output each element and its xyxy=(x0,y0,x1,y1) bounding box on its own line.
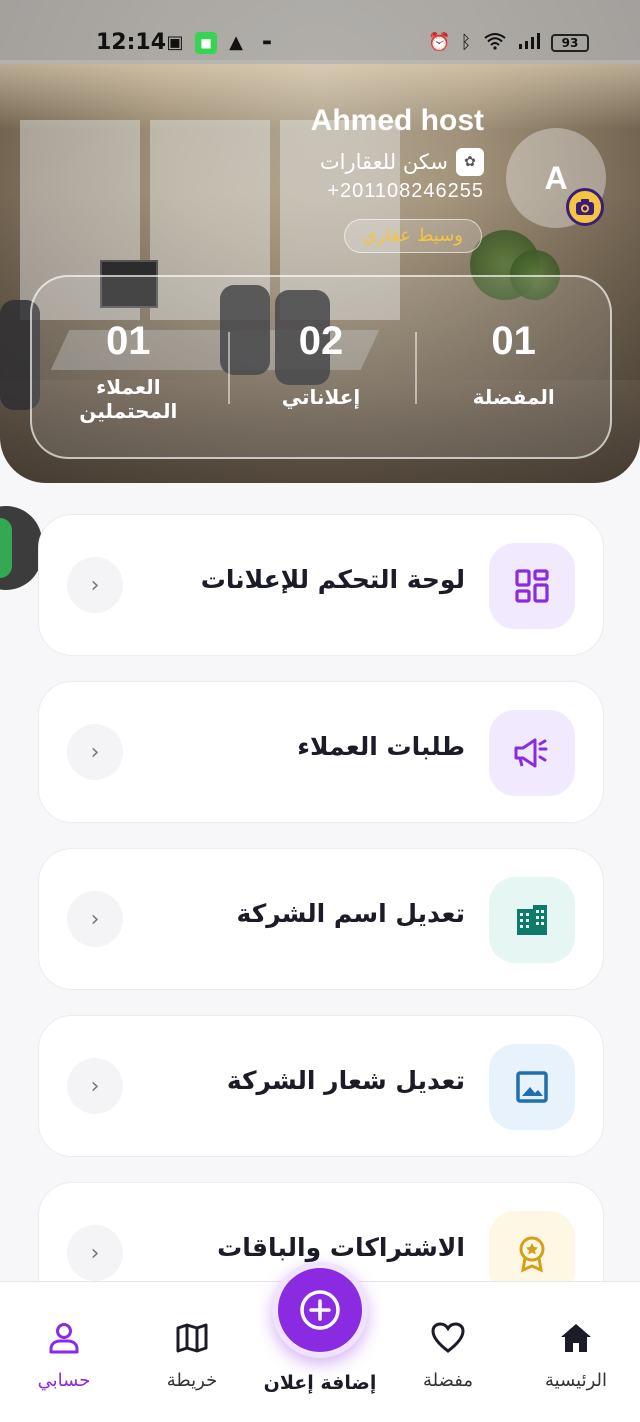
user-icon xyxy=(4,1318,124,1358)
stat-value: 01 xyxy=(106,319,151,363)
stat-divider xyxy=(228,332,230,404)
bluetooth-icon: ᛒ xyxy=(460,32,472,53)
camera-icon xyxy=(576,199,594,215)
menu-item-edit-company-logo[interactable]: تعديل شعار الشركة › xyxy=(38,1015,604,1157)
status-bar: 12:14 ▣ ■ ▲ ▬ ⏰ ᛒ 93 xyxy=(0,0,640,64)
plus-circle-icon xyxy=(300,1290,340,1330)
avatar-letter: A xyxy=(544,159,568,196)
role-badge: وسيط عقاري xyxy=(343,219,482,253)
menu-item-label: تعديل شعار الشركة xyxy=(226,1066,465,1095)
app-notification-icon: ▬ xyxy=(262,37,272,48)
building-icon xyxy=(517,905,547,935)
add-listing-label: إضافة إعلان xyxy=(263,1372,377,1394)
warning-icon: ▲ xyxy=(229,32,243,53)
stat-potential-clients[interactable]: 01 العملاء المحتملين xyxy=(32,277,225,457)
menu-item-label: الاشتراكات والباقات xyxy=(217,1233,465,1262)
stat-value: 01 xyxy=(491,319,536,363)
stat-value: 02 xyxy=(298,319,344,363)
heart-icon xyxy=(388,1318,508,1358)
menu-item-edit-company-name[interactable]: تعديل اسم الشركة › xyxy=(38,848,604,990)
nav-home[interactable]: الرئيسية xyxy=(516,1318,636,1391)
chevron-right-icon: › xyxy=(67,891,123,947)
chevron-right-icon: › xyxy=(67,557,123,613)
stat-label: إعلاناتي xyxy=(281,385,361,409)
nav-label: حسابي xyxy=(37,1370,91,1391)
image-icon xyxy=(516,1071,548,1103)
menu-item-label: تعديل اسم الشركة xyxy=(236,899,465,928)
dashboard-icon xyxy=(515,569,549,603)
map-icon xyxy=(132,1318,252,1358)
floating-chat-bubble-accent xyxy=(0,518,12,578)
nav-favorites[interactable]: مفضلة xyxy=(388,1318,508,1391)
floating-chat-bubble[interactable]: •• xyxy=(0,506,42,590)
stat-divider xyxy=(415,332,417,404)
megaphone-icon xyxy=(514,738,548,768)
profile-name: Ahmed host xyxy=(310,104,484,137)
stat-label: العملاء المحتملين xyxy=(79,375,178,423)
nav-map[interactable]: خريطة xyxy=(132,1318,252,1391)
chevron-right-icon: › xyxy=(67,724,123,780)
nav-label: خريطة xyxy=(166,1370,218,1391)
alarm-icon: ⏰ xyxy=(428,32,451,53)
nav-label: الرئيسية xyxy=(545,1370,607,1391)
app-notification-icon: ▣ xyxy=(166,32,184,53)
stats-card: 01 المفضلة 02 إعلاناتي 01 العملاء المحتم… xyxy=(30,275,612,459)
stat-favorites[interactable]: 01 المفضلة xyxy=(417,277,610,457)
change-photo-button[interactable] xyxy=(566,188,604,226)
nav-label: مفضلة xyxy=(423,1370,473,1391)
menu-item-ads-dashboard[interactable]: لوحة التحكم للإعلانات › xyxy=(38,514,604,656)
add-listing-button[interactable] xyxy=(272,1262,368,1358)
wifi-icon xyxy=(484,32,506,54)
nav-account[interactable]: حسابي xyxy=(4,1318,124,1391)
chat-notification-icon: ■ xyxy=(195,32,217,54)
menu-icon-box xyxy=(489,543,575,629)
stat-label: المفضلة xyxy=(472,385,555,409)
company-name: سكن للعقارات xyxy=(319,150,448,174)
chevron-right-icon: › xyxy=(67,1058,123,1114)
status-time: 12:14 xyxy=(96,30,167,55)
signal-icon xyxy=(518,32,540,54)
battery-indicator: 93 xyxy=(551,34,589,52)
menu-item-client-requests[interactable]: طلبات العملاء › xyxy=(38,681,604,823)
award-icon xyxy=(519,1236,545,1273)
menu-item-label: لوحة التحكم للإعلانات xyxy=(200,565,465,594)
menu-icon-box xyxy=(489,1044,575,1130)
company-logo-icon: ✿ xyxy=(456,148,484,176)
chevron-right-icon: › xyxy=(67,1225,123,1281)
stat-my-ads[interactable]: 02 إعلاناتي xyxy=(225,277,418,457)
menu-icon-box xyxy=(489,710,575,796)
menu-icon-box xyxy=(489,877,575,963)
company-row: سكن للعقارات ✿ xyxy=(320,148,484,176)
menu-item-label: طلبات العملاء xyxy=(297,732,465,761)
home-icon xyxy=(516,1318,636,1358)
profile-phone: +201108246255 xyxy=(327,180,484,202)
